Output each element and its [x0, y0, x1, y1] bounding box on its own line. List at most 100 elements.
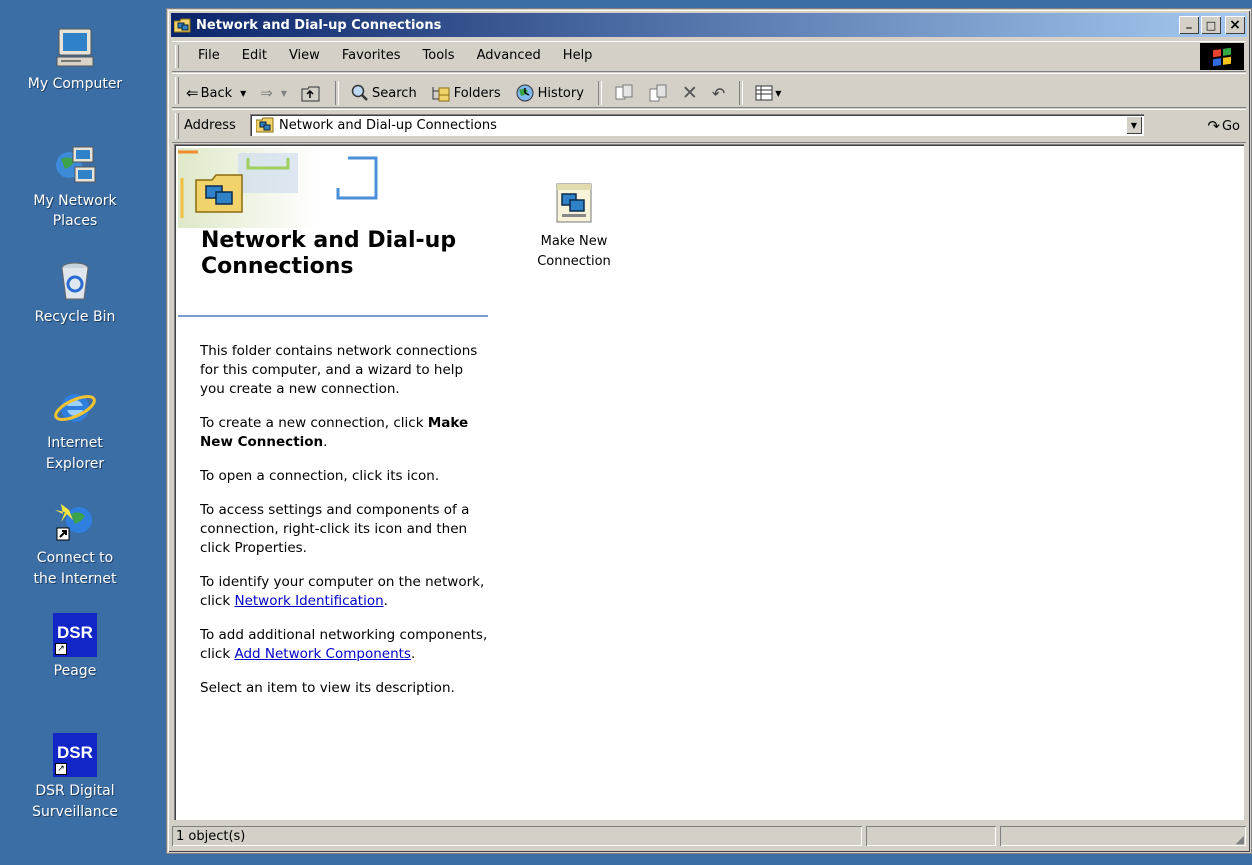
dsr-badge-text: DSR — [57, 743, 93, 762]
delete-button[interactable]: ✕ — [682, 82, 698, 104]
views-icon — [755, 85, 773, 101]
desktop-icon-label: Connect to — [36, 550, 114, 566]
menu-tools[interactable]: Tools — [423, 48, 455, 63]
folders-label: Folders — [453, 85, 501, 101]
banner-divider — [178, 315, 488, 317]
desktop-icon-peage[interactable]: DSR ↗ Peage — [0, 613, 150, 682]
views-button[interactable]: ▼ — [755, 85, 781, 101]
desktop-icon-dsr-digital-surveillance[interactable]: DSR ↗ DSR Digital Surveillance — [0, 733, 150, 823]
menu-file[interactable]: File — [198, 48, 220, 63]
page-title: Network and Dial-up Connections — [201, 228, 457, 279]
dsr-badge-text: DSR — [57, 623, 93, 642]
status-zone-pane — [1000, 826, 1246, 846]
menu-favorites[interactable]: Favorites — [342, 48, 401, 63]
minimize-button[interactable]: _ — [1179, 16, 1199, 34]
shortcut-arrow-icon: ↗ — [55, 763, 67, 775]
resize-grip-icon[interactable]: ◢ — [1236, 833, 1244, 846]
search-icon — [351, 84, 368, 101]
address-dropdown-button[interactable]: ▼ — [1126, 116, 1142, 134]
internet-explorer-icon — [53, 385, 97, 429]
dsr-app-icon: DSR ↗ — [53, 733, 97, 777]
back-button[interactable]: ⇐ Back ▼ — [186, 84, 246, 102]
desktop-icon-label: Peage — [53, 663, 97, 679]
menu-edit[interactable]: Edit — [242, 48, 267, 63]
forward-button[interactable]: ⇒ ▼ — [260, 84, 287, 102]
toolbar-grip[interactable] — [175, 45, 179, 68]
desktop-icon-label: My Computer — [27, 76, 123, 92]
menu-help[interactable]: Help — [563, 48, 593, 63]
undo-button[interactable]: ↶ — [712, 84, 725, 103]
toolbar-separator — [597, 81, 602, 105]
toolbar-grip[interactable] — [175, 77, 179, 104]
my-computer-icon — [53, 26, 97, 70]
search-button[interactable]: Search — [351, 84, 417, 102]
search-label: Search — [372, 85, 417, 101]
desktop-icon-my-network-places[interactable]: My Network Places — [0, 143, 150, 232]
description-paragraph: To create a new connection, click Make N… — [200, 414, 490, 452]
windows-logo-icon — [1200, 43, 1244, 70]
desktop-icon-label: DSR Digital — [35, 783, 115, 799]
make-new-connection-icon — [556, 183, 592, 223]
menu-view[interactable]: View — [289, 48, 320, 63]
maximize-button[interactable]: □ — [1201, 16, 1221, 34]
toolbar-grip[interactable] — [175, 113, 179, 139]
desktop-icon-my-computer[interactable]: My Computer — [0, 26, 150, 95]
folders-button[interactable]: Folders — [431, 85, 501, 102]
description-paragraph: This folder contains network connections… — [200, 343, 478, 397]
connect-wizard-icon — [53, 500, 97, 544]
folder-description: This folder contains network connections… — [200, 342, 490, 713]
address-value: Network and Dial-up Connections — [279, 117, 497, 133]
window-title: Network and Dial-up Connections — [196, 17, 442, 33]
move-to-button[interactable] — [614, 84, 634, 102]
close-icon: × — [1229, 17, 1241, 33]
up-folder-icon — [301, 86, 320, 101]
copy-to-icon — [649, 84, 667, 102]
description-text: . — [323, 434, 328, 450]
up-folder-button[interactable] — [301, 85, 321, 102]
move-to-icon — [615, 84, 633, 100]
network-places-icon — [53, 143, 97, 187]
close-button[interactable]: × — [1225, 16, 1245, 34]
toolbar-separator — [739, 81, 744, 105]
standard-toolbar: ⇐ Back ▼ ⇒ ▼ Search Folders History ✕ ↶ … — [172, 73, 1246, 108]
menu-advanced[interactable]: Advanced — [477, 48, 541, 63]
chevron-down-icon: ▼ — [280, 88, 288, 98]
recycle-bin-icon — [53, 259, 97, 303]
network-folder-large-icon — [195, 174, 243, 213]
chevron-down-icon: ▼ — [775, 88, 782, 98]
undo-icon: ↶ — [711, 83, 726, 103]
dsr-app-icon: DSR ↗ — [53, 613, 97, 657]
go-label: Go — [1221, 118, 1240, 134]
desktop-icon-internet-explorer[interactable]: Internet Explorer — [0, 385, 150, 475]
desktop-icon-label: Recycle Bin — [34, 309, 116, 325]
shortcut-arrow-icon: ↗ — [55, 643, 67, 655]
description-paragraph: To open a connection, click its icon. — [200, 468, 440, 484]
go-button[interactable]: ↷ Go — [1207, 117, 1240, 135]
make-new-connection-item[interactable]: Make New Connection — [524, 182, 624, 272]
menu-bar: File Edit View Favorites Tools Advanced … — [172, 41, 1246, 72]
history-label: History — [537, 85, 584, 101]
desktop-icon-recycle-bin[interactable]: Recycle Bin — [0, 259, 150, 328]
folders-icon — [432, 86, 450, 101]
minimize-icon: _ — [1186, 15, 1192, 29]
status-pane — [866, 826, 996, 846]
description-paragraph: Select an item to view its description. — [200, 680, 455, 696]
history-icon — [516, 84, 534, 102]
status-bar: 1 object(s) ◢ — [172, 824, 1246, 848]
explorer-window: Network and Dial-up Connections _ □ × Fi… — [167, 9, 1251, 853]
address-input[interactable]: Network and Dial-up Connections ▼ — [250, 114, 1144, 136]
desktop-icon-label: Internet — [47, 435, 103, 451]
forward-arrow-icon: ⇒ — [260, 84, 273, 102]
delete-icon: ✕ — [681, 82, 698, 104]
desktop-icon-label: Explorer — [45, 456, 105, 472]
desktop-icon-connect-to-internet[interactable]: Connect to the Internet — [0, 500, 150, 590]
item-label: Connection — [537, 254, 611, 269]
add-network-components-link[interactable]: Add Network Components — [234, 646, 411, 662]
description-paragraph: To access settings and components of a c… — [200, 502, 470, 556]
history-button[interactable]: History — [515, 84, 584, 102]
copy-to-button[interactable] — [648, 84, 668, 102]
webview-banner: Network and Dial-up Connections — [178, 148, 488, 318]
network-identification-link[interactable]: Network Identification — [234, 593, 383, 609]
title-bar[interactable]: Network and Dial-up Connections _ □ × — [171, 13, 1247, 37]
description-text: . — [383, 593, 388, 609]
